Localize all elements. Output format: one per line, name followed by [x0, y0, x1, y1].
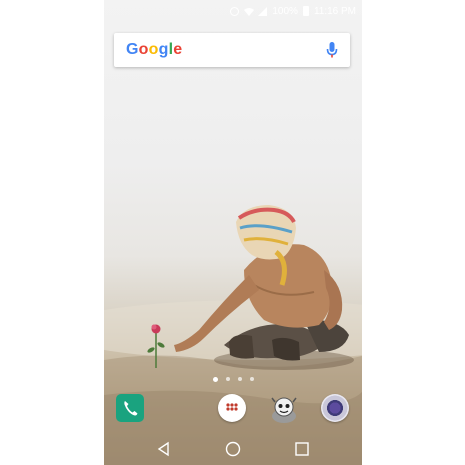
- cartoon-character-icon: [271, 397, 297, 423]
- google-search-bar[interactable]: Google: [114, 33, 350, 67]
- status-bar: 100% 11:16 PM: [104, 0, 362, 22]
- page-dot: [249, 377, 254, 381]
- logo-letter: o: [148, 41, 159, 58]
- recents-icon[interactable]: [294, 441, 310, 457]
- page-indicator: [104, 376, 362, 382]
- mic-icon[interactable]: [326, 41, 338, 59]
- sticker-app-button[interactable]: [268, 394, 297, 423]
- clock: 11:16 PM: [313, 5, 356, 17]
- apps-grid-icon: [226, 403, 238, 411]
- logo-letter: o: [138, 41, 149, 58]
- page-dot: [212, 376, 218, 382]
- battery-percentage: 100%: [272, 5, 298, 17]
- page-dot: [225, 377, 230, 381]
- phone-icon: [124, 401, 138, 416]
- wifi-icon: [244, 7, 255, 16]
- page-dot: [237, 377, 242, 381]
- nfc-icon: [230, 6, 240, 16]
- camera-app-button[interactable]: [321, 394, 349, 422]
- logo-letter: e: [173, 41, 183, 58]
- google-logo: Google: [126, 41, 182, 59]
- phone-app-button[interactable]: [116, 394, 144, 422]
- logo-letter: G: [126, 41, 139, 58]
- logo-letter: g: [158, 41, 169, 58]
- back-icon[interactable]: [156, 441, 172, 457]
- navigation-bar: [104, 435, 362, 465]
- home-screen: 100% 11:16 PM Google: [104, 0, 362, 465]
- app-dock: [104, 394, 362, 428]
- app-drawer-button[interactable]: [218, 394, 246, 422]
- battery-icon: [302, 6, 309, 16]
- signal-icon: [258, 6, 268, 16]
- home-icon[interactable]: [225, 441, 241, 457]
